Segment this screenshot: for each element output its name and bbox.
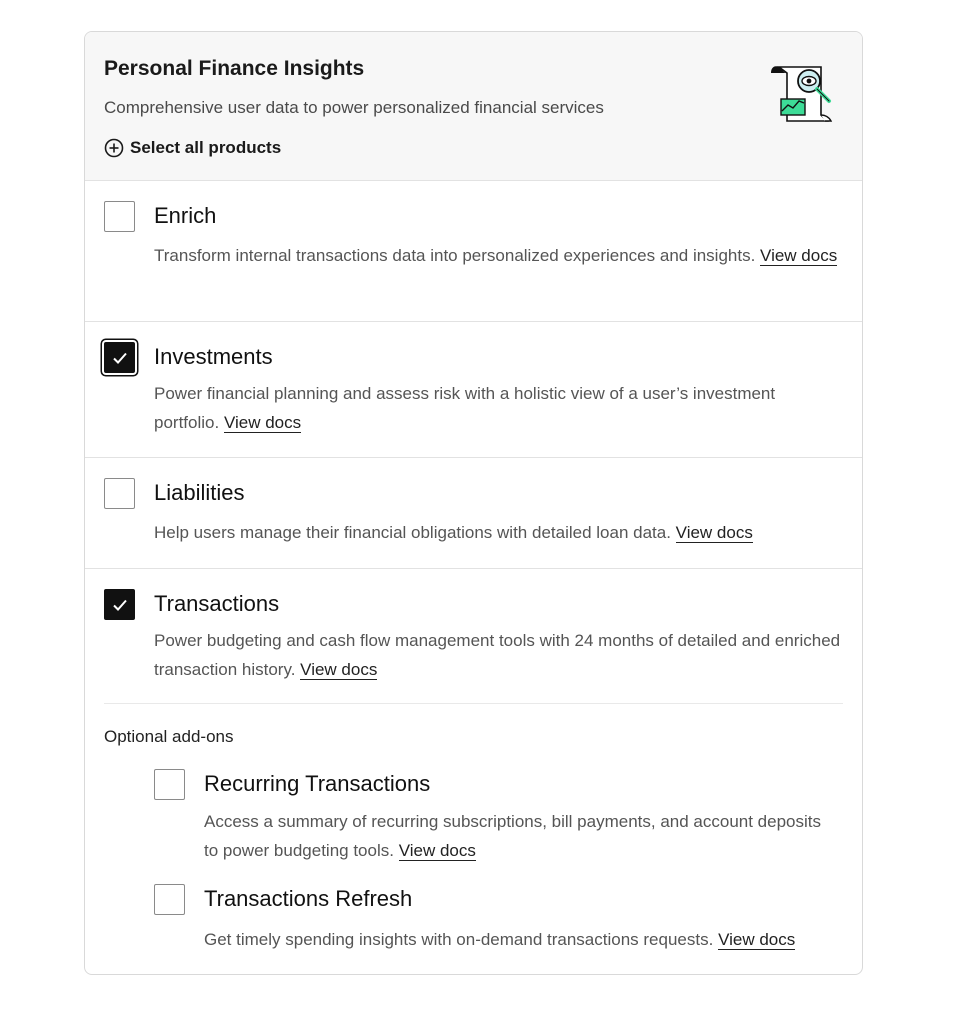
transactions-refresh-description: Get timely spending insights with on-dem… <box>204 925 862 954</box>
enrich-view-docs-link[interactable]: View docs <box>760 246 838 266</box>
recurring-transactions-checkbox[interactable] <box>154 769 185 800</box>
card-subtitle: Comprehensive user data to power persona… <box>104 98 604 117</box>
select-all-button[interactable]: Select all products <box>104 138 281 158</box>
liabilities-checkbox[interactable] <box>104 478 135 509</box>
transactions-title: Transactions <box>154 591 280 616</box>
enrich-checkbox[interactable] <box>104 201 135 232</box>
finance-insights-illustration <box>769 63 837 125</box>
recurring-transactions-description: Access a summary of recurring subscripti… <box>204 807 824 865</box>
enrich-description: Transform internal transactions data int… <box>154 241 844 270</box>
liabilities-description: Help users manage their financial obliga… <box>154 518 844 547</box>
addons-label: Optional add-ons <box>104 727 234 746</box>
transactions-refresh-view-docs-link[interactable]: View docs <box>718 930 796 950</box>
card-header: Personal Finance Insights Comprehensive … <box>85 32 862 181</box>
checkmark-icon <box>112 599 127 611</box>
investments-title: Investments <box>154 344 273 369</box>
investments-checkbox[interactable] <box>104 342 135 373</box>
recurring-transactions-description-text: Access a summary of recurring subscripti… <box>204 812 821 860</box>
transactions-description-text: Power budgeting and cash flow management… <box>154 631 841 679</box>
liabilities-view-docs-link[interactable]: View docs <box>675 523 753 543</box>
product-liabilities: Liabilities Help users manage their fina… <box>85 458 862 569</box>
recurring-transactions-view-docs-link[interactable]: View docs <box>398 841 476 861</box>
product-investments: Investments Power financial planning and… <box>85 322 862 458</box>
addons-divider <box>104 703 843 704</box>
transactions-description: Power budgeting and cash flow management… <box>154 626 844 684</box>
investments-view-docs-link[interactable]: View docs <box>223 413 302 433</box>
enrich-description-text: Transform internal transactions data int… <box>154 246 756 265</box>
liabilities-description-text: Help users manage their financial obliga… <box>154 523 671 542</box>
transactions-refresh-title: Transactions Refresh <box>204 886 413 911</box>
checkmark-icon <box>112 352 127 364</box>
plus-circle-icon <box>104 138 124 158</box>
transactions-view-docs-link[interactable]: View docs <box>300 660 378 680</box>
enrich-title: Enrich <box>154 203 217 228</box>
recurring-transactions-title: Recurring Transactions <box>204 771 431 796</box>
transactions-refresh-checkbox[interactable] <box>154 884 185 915</box>
investments-description: Power financial planning and assess risk… <box>154 379 844 437</box>
transactions-refresh-description-text: Get timely spending insights with on-dem… <box>204 930 714 949</box>
card-title: Personal Finance Insights <box>104 57 365 80</box>
product-enrich: Enrich Transform internal transactions d… <box>85 181 862 322</box>
product-transactions: Transactions Power budgeting and cash fl… <box>85 569 862 974</box>
product-card: Personal Finance Insights Comprehensive … <box>84 31 863 975</box>
transactions-checkbox[interactable] <box>104 589 135 620</box>
select-all-label: Select all products <box>130 138 282 157</box>
liabilities-title: Liabilities <box>154 480 245 505</box>
